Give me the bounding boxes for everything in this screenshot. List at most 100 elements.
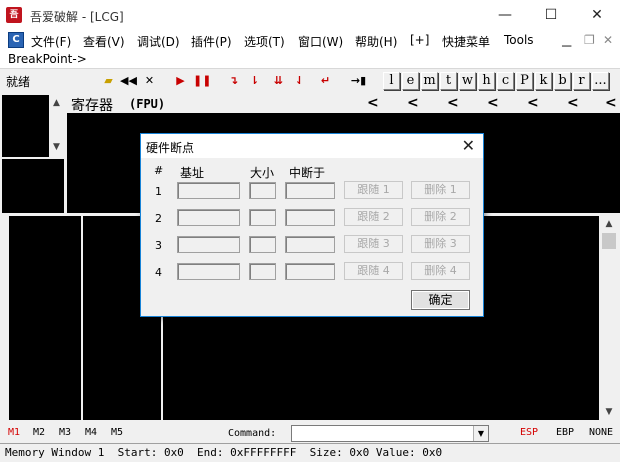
scroll-thumb[interactable] — [602, 233, 616, 249]
step-over-icon[interactable]: ⇂ — [246, 72, 263, 90]
none-follow-label[interactable]: NONE — [589, 427, 613, 438]
patches-button[interactable]: P — [516, 72, 533, 90]
register-arrow-icon[interactable]: < — [367, 95, 379, 111]
execute-till-return-icon[interactable]: ↵ — [317, 72, 334, 90]
info-pane[interactable] — [2, 159, 64, 213]
cpu-button[interactable]: c — [497, 72, 514, 90]
registers-mode[interactable]: (FPU) — [129, 97, 165, 111]
command-bar: M1 M2 M3 M4 M5 Command: ▼ ESP EBP NONE — [0, 424, 620, 442]
step-into-icon[interactable]: ↴ — [225, 72, 242, 90]
address-field — [177, 209, 240, 226]
menu-plus[interactable]: [+] — [410, 33, 429, 47]
scroll-up-icon[interactable]: ▲ — [49, 95, 64, 111]
menu-file[interactable]: 文件(F) — [31, 33, 71, 50]
follow-button-1[interactable]: 跟随 1 — [344, 181, 403, 199]
size-field — [249, 182, 276, 199]
cpu-window-icon[interactable]: C — [8, 32, 24, 48]
menu-debug[interactable]: 调试(D) — [137, 33, 180, 50]
mdi-minimize-icon[interactable]: ▁ — [562, 33, 571, 47]
memory-map-button[interactable]: m — [421, 72, 438, 90]
mdi-close-icon[interactable]: ✕ — [603, 33, 613, 47]
status-ready-label: 就绪 — [6, 75, 31, 89]
close-process-icon[interactable]: ✕ — [141, 72, 158, 90]
run-trace-button[interactable]: ... — [592, 72, 609, 90]
stack-scrollbar[interactable]: ▲ ▼ — [600, 216, 618, 420]
ebp-follow-label[interactable]: EBP — [556, 427, 574, 438]
window-title: 吾爱破解 - [LCG] — [30, 10, 124, 24]
delete-button-3[interactable]: 删除 3 — [411, 235, 470, 253]
memory-tab-3[interactable]: M3 — [59, 427, 71, 438]
breakpoint-line: BreakPoint-> — [0, 50, 620, 68]
animate-over-icon[interactable]: ⇃ — [291, 72, 308, 90]
memory-tab-2[interactable]: M2 — [33, 427, 45, 438]
goto-address-icon[interactable]: →▮ — [350, 72, 367, 90]
header-number: # — [154, 164, 164, 177]
title-bar: 吾爱 吾爱破解 - [LCG] — ☐ ✕ — [0, 0, 620, 36]
interrupt-field — [285, 209, 335, 226]
register-arrow-icon[interactable]: < — [447, 95, 459, 111]
menu-bar: C 文件(F) 查看(V) 调试(D) 插件(P) 选项(T) 窗口(W) 帮助… — [0, 30, 620, 50]
open-icon[interactable]: ▰ — [100, 72, 117, 90]
maximize-button[interactable]: ☐ — [528, 0, 574, 30]
scroll-down-icon[interactable]: ▼ — [49, 139, 64, 155]
handles-button[interactable]: h — [478, 72, 495, 90]
memory-tab-1[interactable]: M1 — [8, 427, 20, 438]
disasm-scrollbar[interactable]: ▲ ▼ — [49, 95, 64, 157]
delete-button-2[interactable]: 删除 2 — [411, 208, 470, 226]
size-field — [249, 263, 276, 280]
register-arrow-icon[interactable]: < — [487, 95, 499, 111]
register-arrow-icon[interactable]: < — [605, 95, 617, 111]
minimize-button[interactable]: — — [482, 0, 528, 30]
registers-header: 寄存器 (FPU) < < < < < < < — [67, 95, 620, 114]
address-field — [177, 182, 240, 199]
restart-icon[interactable]: ◀◀ — [120, 72, 137, 90]
menu-help[interactable]: 帮助(H) — [355, 33, 397, 50]
menu-options[interactable]: 选项(T) — [244, 33, 285, 50]
menu-tools[interactable]: Tools — [504, 33, 534, 47]
memory-tab-4[interactable]: M4 — [85, 427, 97, 438]
run-icon[interactable]: ▶ — [172, 72, 189, 90]
delete-button-1[interactable]: 删除 1 — [411, 181, 470, 199]
ok-button[interactable]: 确定 — [411, 290, 470, 310]
references-button[interactable]: r — [573, 72, 590, 90]
command-input[interactable]: ▼ — [291, 425, 489, 442]
header-size: 大小 — [250, 166, 275, 180]
follow-button-4[interactable]: 跟随 4 — [344, 262, 403, 280]
animate-into-icon[interactable]: ⇊ — [270, 72, 287, 90]
menu-shortcuts[interactable]: 快捷菜单 — [442, 33, 490, 50]
modules-button[interactable]: e — [402, 72, 419, 90]
address-field — [177, 236, 240, 253]
dump-address-pane[interactable] — [9, 216, 81, 420]
delete-button-4[interactable]: 删除 4 — [411, 262, 470, 280]
windows-button[interactable]: w — [459, 72, 476, 90]
follow-button-2[interactable]: 跟随 2 — [344, 208, 403, 226]
chevron-down-icon[interactable]: ▼ — [473, 426, 488, 441]
disasm-pane[interactable] — [2, 95, 49, 157]
register-arrow-icon[interactable]: < — [527, 95, 539, 111]
interrupt-field — [285, 182, 335, 199]
scroll-up-icon[interactable]: ▲ — [600, 216, 618, 232]
breakpoints-button[interactable]: b — [554, 72, 571, 90]
interrupt-field — [285, 263, 335, 280]
header-address: 基址 — [180, 166, 205, 180]
dialog-close-icon[interactable]: ✕ — [462, 136, 475, 155]
threads-button[interactable]: t — [440, 72, 457, 90]
address-field — [177, 263, 240, 280]
menu-view[interactable]: 查看(V) — [83, 33, 125, 50]
follow-button-3[interactable]: 跟随 3 — [344, 235, 403, 253]
toolbar: 就绪 ▰ ◀◀ ✕ ▶ ❚❚ ↴ ⇂ ⇊ ⇃ ↵ →▮ l e m t w h … — [0, 68, 620, 92]
menu-plugins[interactable]: 插件(P) — [191, 33, 232, 50]
esp-follow-label[interactable]: ESP — [520, 427, 538, 438]
header-interrupt: 中断于 — [289, 166, 326, 180]
pause-icon[interactable]: ❚❚ — [193, 72, 211, 90]
scroll-down-icon[interactable]: ▼ — [600, 404, 618, 420]
row-number: 1 — [155, 185, 162, 198]
call-stack-button[interactable]: k — [535, 72, 552, 90]
memory-tab-5[interactable]: M5 — [111, 427, 123, 438]
menu-window[interactable]: 窗口(W) — [298, 33, 343, 50]
register-arrow-icon[interactable]: < — [407, 95, 419, 111]
log-window-button[interactable]: l — [383, 72, 400, 90]
mdi-restore-icon[interactable]: ❐ — [584, 33, 595, 47]
register-arrow-icon[interactable]: < — [567, 95, 579, 111]
close-button[interactable]: ✕ — [574, 0, 620, 30]
